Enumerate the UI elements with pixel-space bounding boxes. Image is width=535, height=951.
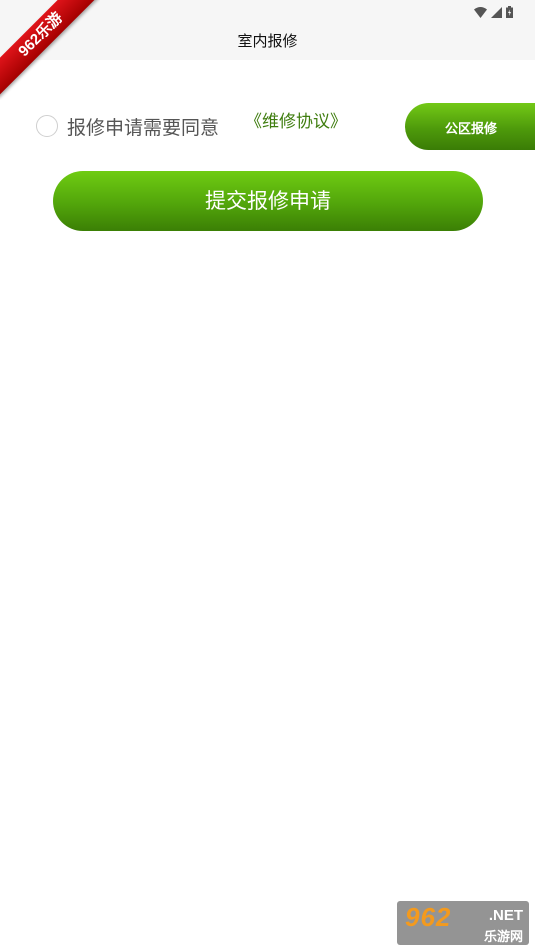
page-title: 室内报修 — [237, 32, 298, 50]
agreement-row: 报修申请需要同意 — [36, 112, 219, 140]
status-icons — [474, 4, 513, 20]
watermark-number: 962 — [405, 902, 452, 932]
watermark-logo: 962 .NET 乐游网 — [397, 901, 529, 945]
submit-repair-button[interactable]: 提交报修申请 — [53, 171, 483, 231]
public-repair-button[interactable]: 公区报修 — [405, 103, 535, 150]
app-bar: 室内报修 — [0, 24, 535, 60]
battery-icon — [506, 6, 513, 18]
signal-icon — [491, 6, 502, 18]
public-repair-label: 公区报修 — [445, 122, 498, 137]
wifi-icon — [474, 6, 487, 18]
watermark-site-name: 乐游网 — [483, 930, 523, 945]
watermark-net: .NET — [488, 907, 523, 924]
agree-radio[interactable] — [36, 115, 58, 137]
agreement-link[interactable]: 《维修协议》 — [245, 107, 347, 132]
status-bar — [0, 0, 535, 24]
agreement-text: 报修申请需要同意 — [67, 116, 220, 139]
